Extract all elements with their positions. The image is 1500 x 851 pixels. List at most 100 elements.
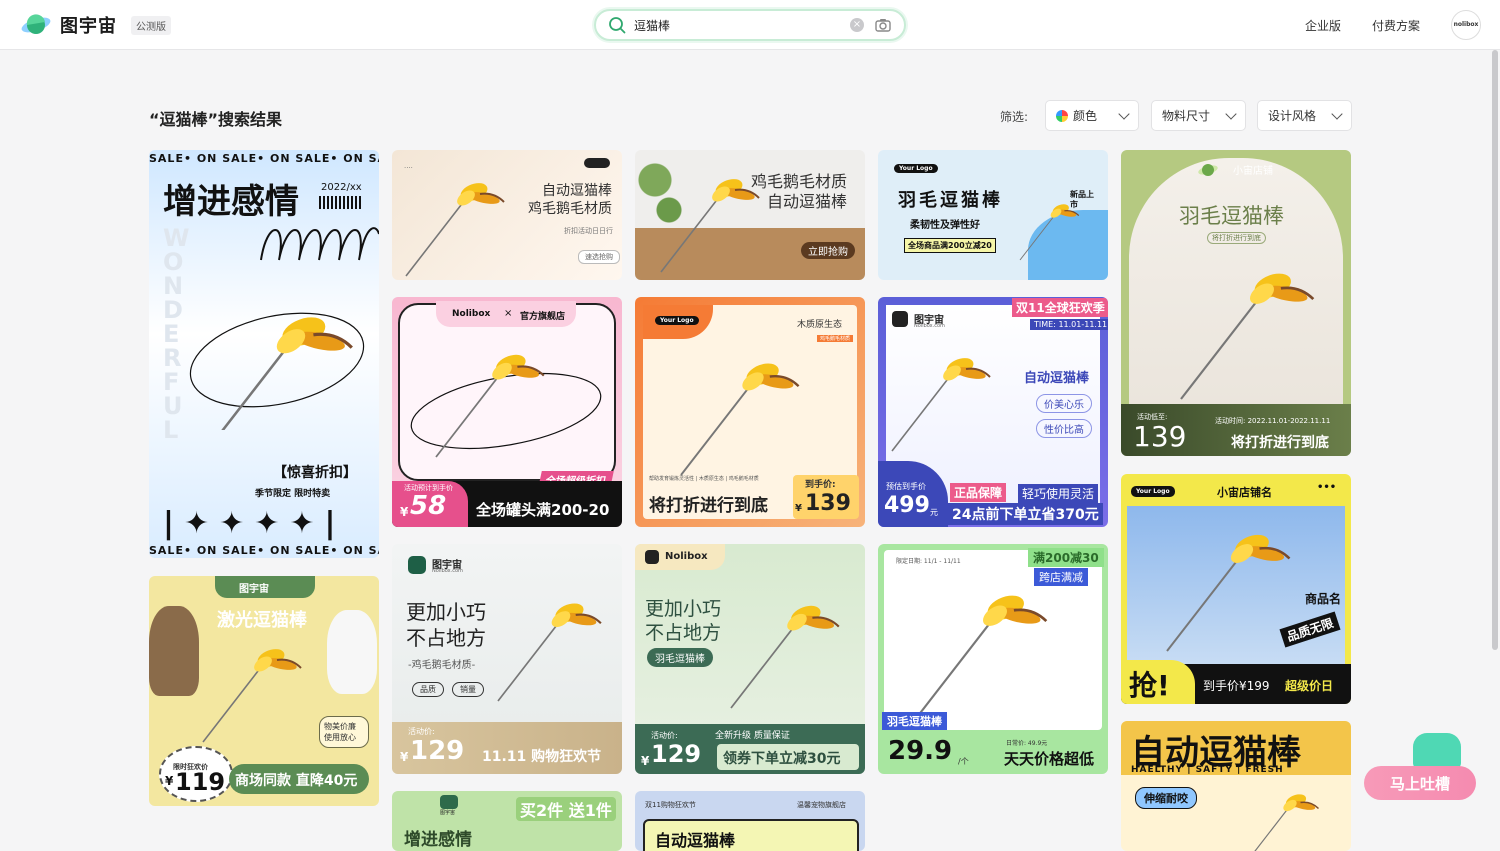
card-unit: 元 xyxy=(930,508,938,517)
template-card[interactable]: Your Logo 木质原生态 鸡毛鹅毛材质 帮助发育锻炼灵活性 | 木质原生态… xyxy=(635,297,865,527)
planet-logo-icon xyxy=(21,14,51,34)
card-price: 58 xyxy=(410,491,447,521)
camera-icon[interactable] xyxy=(874,16,892,34)
style-filter-label: 设计风格 xyxy=(1268,109,1317,123)
template-card[interactable]: 图宇宙 买2件 送1件 增进感情 xyxy=(392,791,622,851)
template-card[interactable]: Nolibox × 官方旗舰店 全场超级折扣 活动预计到手价 ¥ 58 全场罐头… xyxy=(392,297,622,527)
card-sub: 柔韧性及弹性好 xyxy=(910,220,980,231)
card-slogan: 全场罐头满200-20 xyxy=(476,501,610,519)
card-pill1: 品质 xyxy=(412,682,444,697)
template-card[interactable]: Your Logo 小宙店铺名 ••• 商品名 品质无限 抢! 到手价¥199 … xyxy=(1121,474,1351,704)
card-line2: 不占地方 xyxy=(406,626,486,650)
more-icon[interactable]: ••• xyxy=(1317,482,1336,493)
template-card[interactable]: 小宙店铺 羽毛逗猫棒 将打折进行到底 活动低至: 139 活动时间: 2022.… xyxy=(1121,150,1351,456)
card-date: 限定日期: 11/1 - 11/11 xyxy=(896,558,961,565)
card-title: 增进感情 xyxy=(404,830,472,850)
card-brand: 图宇宙 xyxy=(239,584,269,595)
chevron-down-icon xyxy=(1331,108,1343,120)
card-price: 139 xyxy=(805,491,851,516)
wand-image xyxy=(1019,201,1080,261)
card-price-label: 到手价: xyxy=(805,480,836,490)
card-pill: 伸缩耐咬 xyxy=(1135,787,1197,809)
card-name: 商品名 xyxy=(1305,592,1342,606)
card-sub: HAELTHY | SAFTY | FRESH xyxy=(1131,765,1284,775)
avatar[interactable]: nolibox xyxy=(1451,10,1481,40)
template-card[interactable]: 自动逗猫棒 HAELTHY | SAFTY | FRESH 伸缩耐咬 xyxy=(1121,721,1351,851)
color-filter-dropdown[interactable]: 颜色 xyxy=(1045,100,1139,131)
brand-logo-icon xyxy=(645,550,659,564)
card-price: 29.9 xyxy=(888,736,953,766)
brand-logo-icon xyxy=(408,556,426,574)
template-card[interactable]: 限定日期: 11/1 - 11/11 满200减30 跨店满减 羽毛逗猫棒 29… xyxy=(878,544,1108,774)
card-price: 119 xyxy=(175,768,226,796)
brand-logo-icon xyxy=(440,795,458,809)
card-logo: Your Logo xyxy=(894,164,938,173)
card-small: 帮助发育锻炼灵活性 | 木质原生态 | 鸡毛鹅毛材质 xyxy=(649,476,759,482)
card-currency: ¥ xyxy=(641,754,650,768)
search-icon xyxy=(609,17,626,34)
sparkle-row-icon: |✦✦✦✦| xyxy=(163,506,346,541)
template-card[interactable]: Nolibox 更加小巧 不占地方 羽毛逗猫棒 全新升级 质量保证 活动价: ¥… xyxy=(635,544,865,774)
search-bar[interactable]: 逗猫棒 × xyxy=(594,9,906,41)
nav-enterprise[interactable]: 企业版 xyxy=(1305,17,1341,34)
card-price: 到手价¥199 xyxy=(1203,679,1270,693)
card-title: 羽毛逗猫棒 xyxy=(1179,204,1284,228)
card-btn: 速选抢购 xyxy=(578,250,620,264)
card-domain: Nolibox.com xyxy=(432,568,463,574)
card-price: 499 xyxy=(884,493,930,518)
style-filter-dropdown[interactable]: 设计风格 xyxy=(1257,100,1352,131)
card-promo: 【惊喜折扣】 xyxy=(273,465,357,481)
size-filter-dropdown[interactable]: 物料尺寸 xyxy=(1151,100,1246,131)
card-tag2: 鸡毛鹅毛材质 xyxy=(817,335,854,342)
search-input[interactable]: 逗猫棒 xyxy=(634,17,850,34)
card-pill: 羽毛逗猫棒 xyxy=(647,648,713,667)
card-tag: 木质原生态 xyxy=(797,320,843,330)
template-card[interactable]: .... 自动逗猫棒 鸡毛鹅毛材质 折扣活动日日行 速选抢购 xyxy=(392,150,622,280)
card-price-label: 预估到手价 xyxy=(886,482,926,491)
brand-logo[interactable]: 图宇宙 公测版 xyxy=(20,12,171,38)
page-scrollbar[interactable] xyxy=(1492,50,1498,650)
template-card[interactable]: Your Logo 羽毛逗猫棒 柔韧性及弹性好 全场商品满200立减20 新品上… xyxy=(878,150,1108,280)
brand-logo-icon xyxy=(892,311,908,327)
wand-image xyxy=(891,353,991,452)
template-card[interactable]: 图宇宙 激光逗猫棒 物美价廉 使用放心 限时狂欢价 ¥ 119 商场同款 直降4… xyxy=(149,576,379,806)
card-s2: 轻巧使用灵活 xyxy=(1018,484,1099,503)
card-title: 自动逗猫棒 xyxy=(1024,371,1090,386)
template-card[interactable]: 图宇宙 Nolibox.com 更加小巧 不占地方 -鸡毛鹅毛材质- 品质 销量… xyxy=(392,544,622,774)
wand-image xyxy=(189,310,365,430)
template-card[interactable]: 图宇宙 Nolibox.com 双11全球狂欢季 TIME: 11.01-11.… xyxy=(878,297,1108,527)
card-price: 129 xyxy=(410,736,465,766)
card-line1: 更加小巧 xyxy=(406,600,486,624)
card-festival: 双11全球狂欢季 xyxy=(1012,298,1108,317)
card-tag: 羽毛逗猫棒 xyxy=(882,712,947,730)
card-unit: /个 xyxy=(958,757,969,766)
card-date: 2022/xx xyxy=(321,182,362,193)
nav-pricing[interactable]: 付费方案 xyxy=(1372,17,1420,34)
mascot-icon[interactable] xyxy=(1413,733,1461,769)
feedback-button[interactable]: 马上吐槽 xyxy=(1364,766,1476,800)
card-upgrade: 全新升级 质量保证 xyxy=(715,731,790,741)
template-card[interactable]: SALE• ON SALE• ON SALE• ON SA 增进感情 2022/… xyxy=(149,150,379,558)
wand-image xyxy=(410,349,602,459)
card-pill1: 价美心乐 xyxy=(1036,394,1092,413)
card-currency: ¥ xyxy=(795,503,802,514)
wand-image xyxy=(405,178,505,277)
card-currency: ¥ xyxy=(400,505,409,519)
card-pill2: 性价比高 xyxy=(1036,419,1092,438)
card-line1: 更加小巧 xyxy=(645,598,722,620)
clear-icon[interactable]: × xyxy=(850,18,864,32)
loop-scribble-icon xyxy=(260,227,379,261)
card-title: 自动逗猫棒 xyxy=(655,831,736,850)
card-brand: Nolibox xyxy=(452,309,491,319)
search-result-title: “逗猫棒”搜索结果 xyxy=(149,110,283,129)
top-header: 图宇宙 公测版 逗猫棒 × 企业版 付费方案 nolibox xyxy=(0,0,1500,50)
card-sub: -鸡毛鹅毛材质- xyxy=(408,660,476,671)
card-slogan: 天天价格超低 xyxy=(1004,750,1095,768)
wand-image xyxy=(1244,791,1320,851)
card-currency: ¥ xyxy=(165,774,174,788)
card-domain: Nolibox.com xyxy=(914,323,945,329)
card-promo: 买2件 送1件 xyxy=(516,797,616,821)
template-card[interactable]: 鸡毛鹅毛材质 自动逗猫棒 立即抢购 xyxy=(635,150,865,280)
template-card[interactable]: 双11购物狂欢节 温馨宠物旗舰店 自动逗猫棒 xyxy=(635,791,865,851)
card-shop: 小宙店铺 xyxy=(1233,166,1273,177)
